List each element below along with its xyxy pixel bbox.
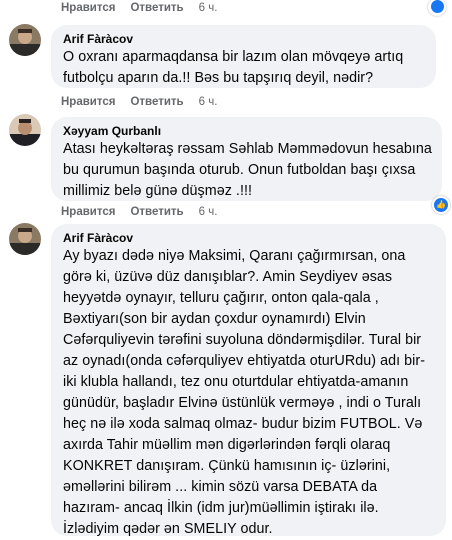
comment-line: əməllərini bilirəm ... kimin sözü varsa … — [63, 479, 378, 495]
top-comment-actions: Нравится Ответить 6 ч. — [61, 2, 217, 14]
comment-line: Cəfərquliyevin tərəfini suyoluna döndərm… — [63, 332, 422, 348]
comment-bubble: Xəyyam Qurbanlı Atası heykəltəraş rəssam… — [51, 117, 442, 201]
comment-actions: Нравится Ответить 6 ч. — [61, 206, 217, 218]
comment-line: hazıram- ancaq İlkin (idm jur)müəllimin … — [63, 500, 379, 516]
timestamp[interactable]: 6 ч. — [199, 96, 218, 108]
comment-text: O oxranı aparmaqdansa bir lazım olan möv… — [63, 47, 424, 89]
comment-line: günüdür, başladır Elvinə üstünlük verməy… — [63, 395, 422, 411]
comment-bubble: Arif Fàràcov Ay byazı dədə niyə Maksimi,… — [51, 224, 446, 537]
comment-author[interactable]: Arif Fàràcov — [63, 32, 424, 47]
like-button[interactable]: Нравится — [61, 2, 115, 14]
comment-line: heyyətdə oynayır, telluru çağırır, onton… — [63, 290, 379, 306]
comment-line: görə ki, üzüvə düz danışıblar?. Amin Sey… — [63, 269, 393, 285]
reply-button[interactable]: Ответить — [130, 96, 183, 108]
comment-text: Ay byazı dədə niyə Maksimi, Qaranı çağır… — [63, 246, 434, 540]
comment-line: Bəxtiyarı(son bir aydan çoxdur oynamırdı… — [63, 311, 366, 327]
comment-line: heç nə ilə xoda salmaq olmaz- budur bizi… — [63, 416, 423, 432]
avatar[interactable] — [9, 24, 41, 56]
like-button[interactable]: Нравится — [61, 206, 115, 218]
comment-line: axırda Tahir müəllim mən digərlərindən f… — [63, 437, 391, 453]
comment-line: az oynadı(onda cəfərquliyev ehtiyatda ot… — [63, 353, 426, 369]
comment-line: bu qurumun başında oturub. Onun futbolda… — [63, 162, 416, 178]
like-icon: 👍 — [434, 198, 448, 212]
avatar[interactable] — [9, 223, 41, 255]
comment-line: KONKRET danışıram. Çünkü hamısının iç- ü… — [63, 458, 391, 474]
like-icon — [430, 0, 444, 14]
like-button[interactable]: Нравится — [61, 96, 115, 108]
comment-line: O oxranı aparmaqdansa bir lazım olan möv… — [63, 49, 404, 65]
comment-actions: Нравится Ответить 6 ч. — [61, 96, 217, 108]
comment-author[interactable]: Xəyyam Qurbanlı — [63, 124, 430, 139]
timestamp[interactable]: 6 ч. — [199, 206, 218, 218]
comment-bubble: Arif Fàràcov O oxranı aparmaqdansa bir l… — [51, 25, 436, 88]
comment-line: Ay byazı dədə niyə Maksimi, Qaranı çağır… — [63, 248, 406, 264]
comment-line: millimiz belə günə düşməz .!!! — [63, 183, 253, 199]
reply-button[interactable]: Ответить — [130, 2, 183, 14]
avatar[interactable] — [9, 114, 41, 146]
comment-line: Atası heykəltəraş rəssam Səhlab Məmmədov… — [63, 141, 432, 157]
reply-button[interactable]: Ответить — [130, 206, 183, 218]
timestamp[interactable]: 6 ч. — [199, 2, 218, 14]
comment-line: İzlədiyim qədər ən SMELIY odur. — [63, 521, 273, 537]
comment-author[interactable]: Arif Fàràcov — [63, 231, 434, 246]
comment-line: iki klubla hallandı, tez onu oturtdular … — [63, 374, 409, 390]
reaction-badge[interactable] — [428, 0, 446, 16]
comment-line: futbolçu aparın da.!! Bəs bu tapşırıq de… — [63, 70, 374, 86]
reaction-badge[interactable]: 👍 — [432, 196, 450, 214]
comment-text: Atası heykəltəraş rəssam Səhlab Məmmədov… — [63, 139, 432, 202]
